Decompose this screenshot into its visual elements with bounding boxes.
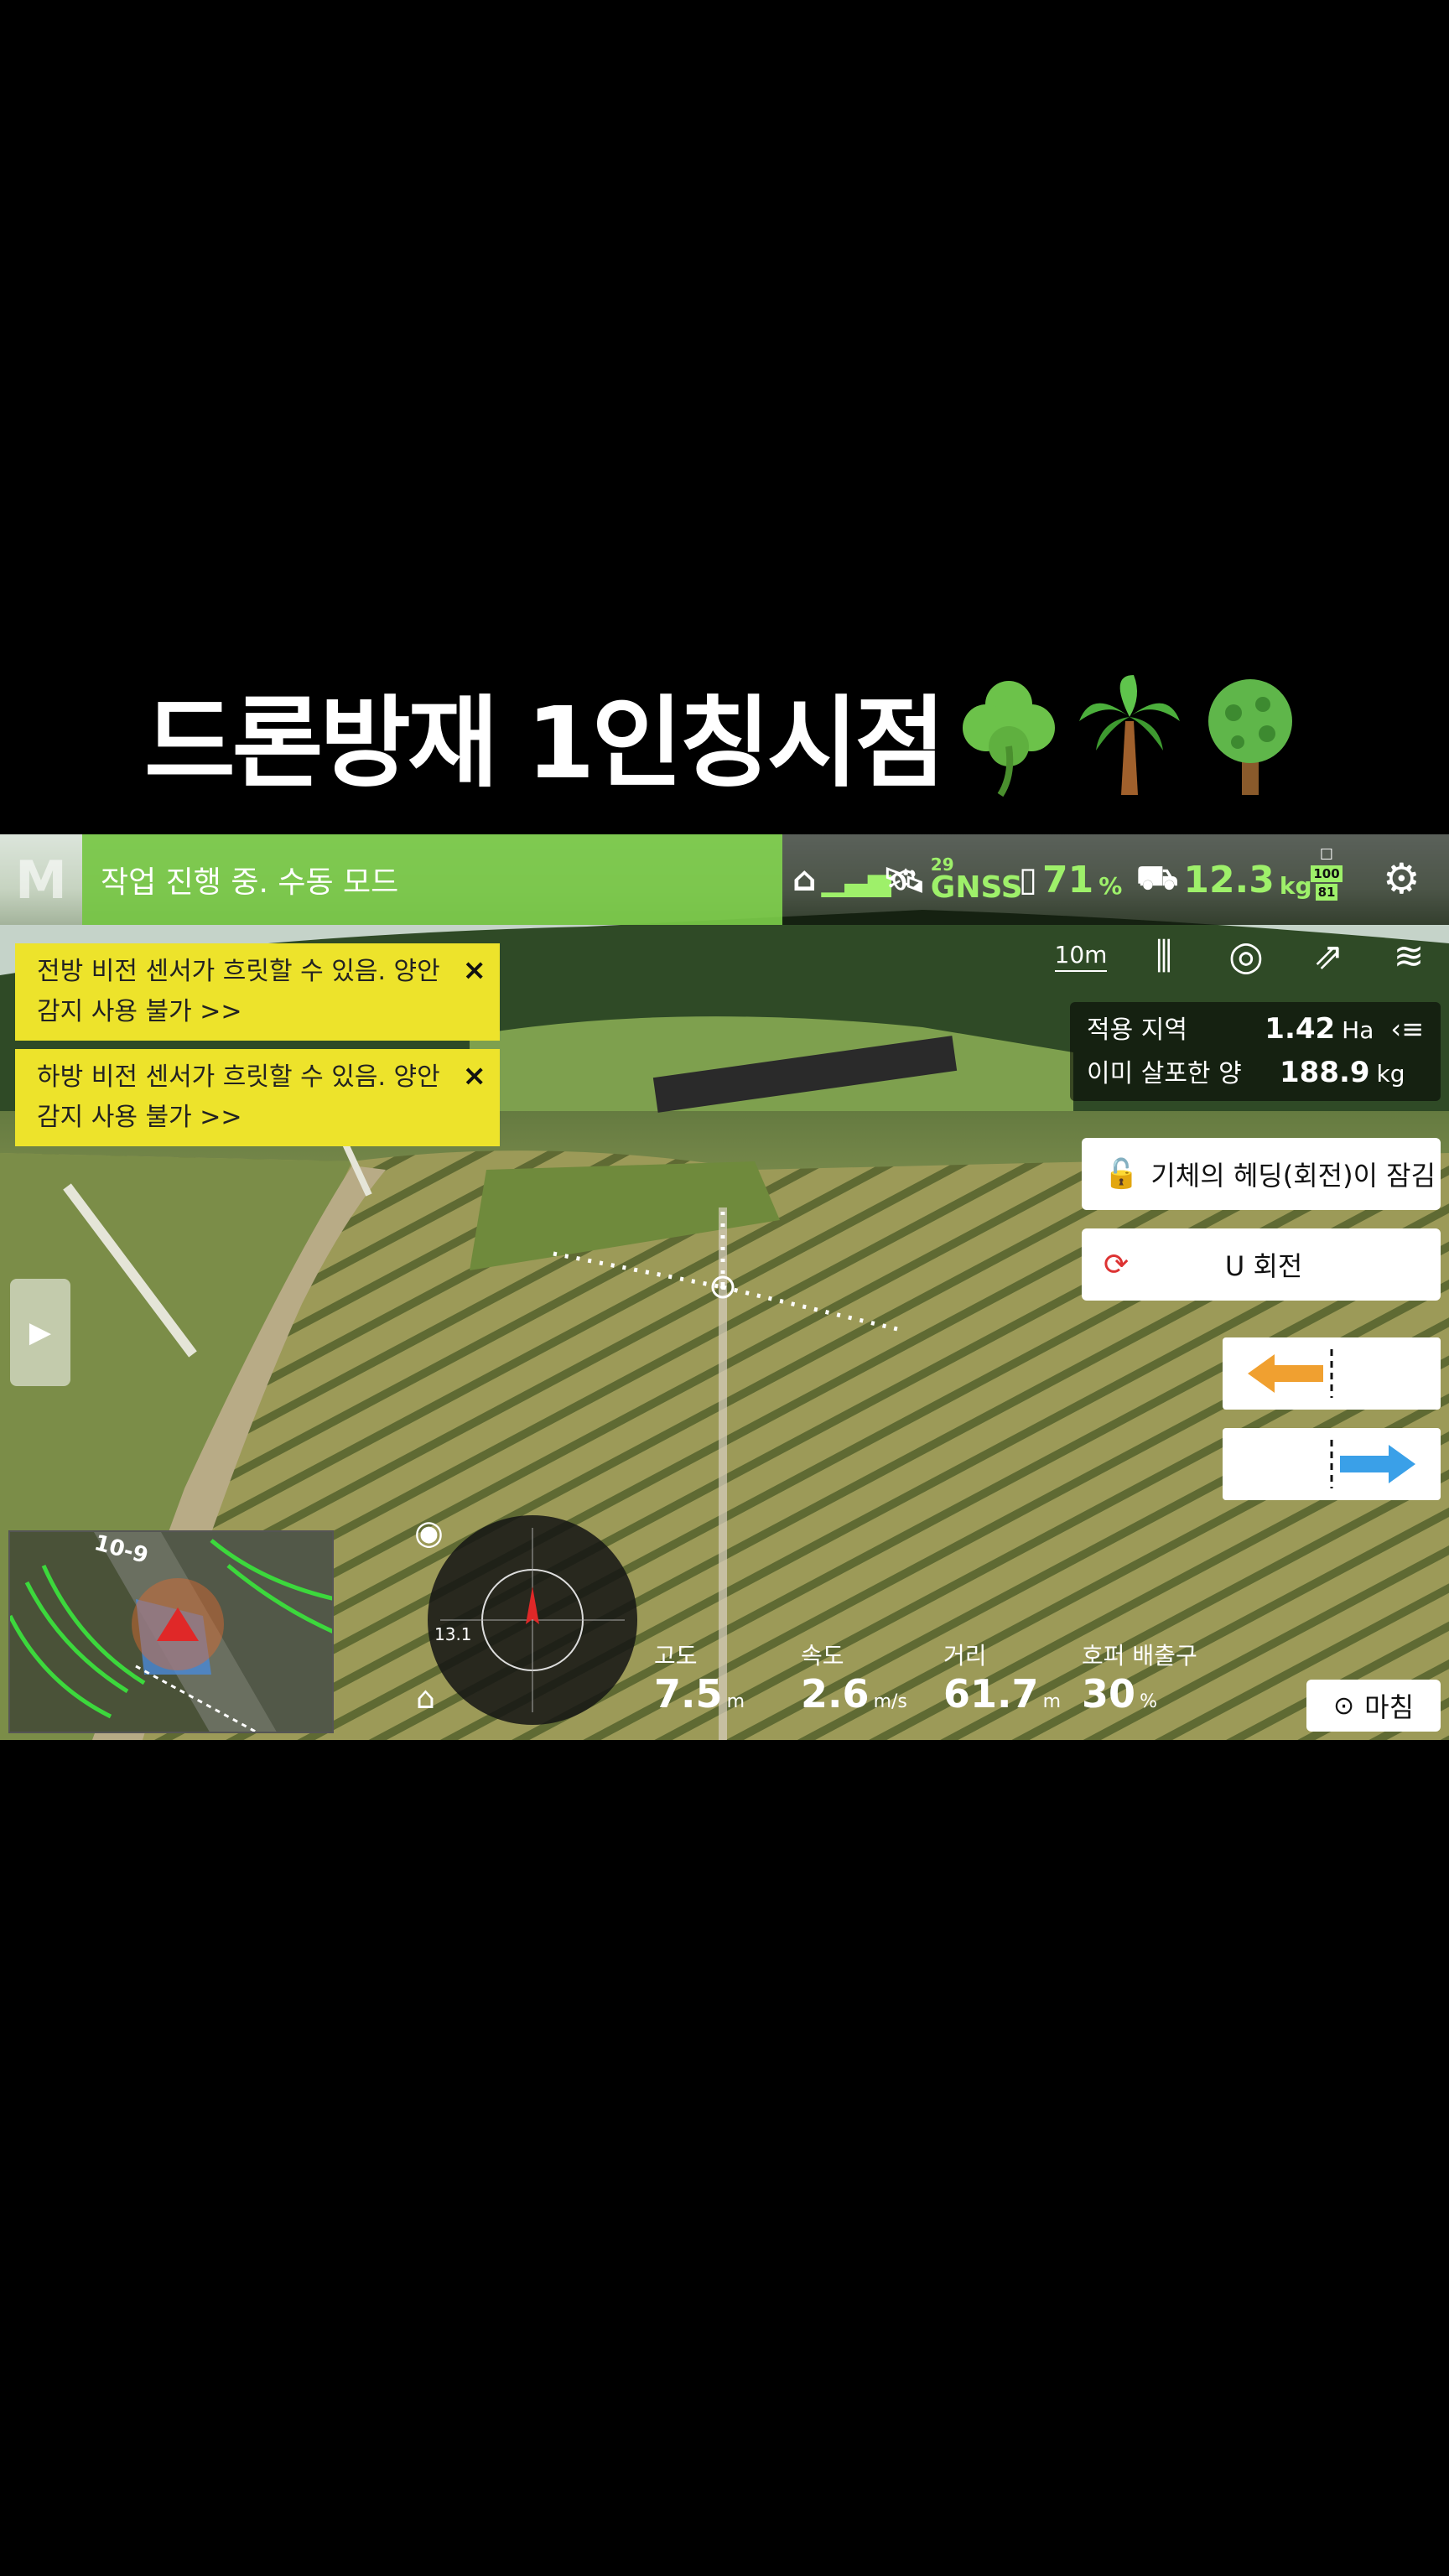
route-icon[interactable]: ⇗ [1303,931,1353,981]
sprayed-label: 이미 살포한 양 [1087,1059,1242,1088]
clover-icon [954,671,1063,797]
gnss-label: GNSS [930,870,1023,905]
telemetry-hopper: 호퍼 배출구 30 % [1082,1638,1197,1730]
speed-unit: m/s [873,1691,907,1712]
hopper-unit: % [1140,1691,1158,1712]
rc-battery-top: 100 [1311,865,1343,882]
scale-label: 10m [1054,941,1108,972]
u-turn-button[interactable]: ⟳ U 회전 [1082,1228,1441,1301]
telemetry-speed: 속도 2.6 m/s [801,1638,907,1730]
area-unit: Ha [1342,1016,1374,1044]
area-row: 적용 지역 1.42 Ha ‹≡ [1087,1009,1424,1052]
altitude-unit: m [726,1691,745,1712]
end-mission-button[interactable]: ⊙ 마침 [1306,1680,1441,1732]
palm-tree-icon [1075,671,1184,797]
area-value: 1.42 [1265,1012,1336,1046]
hopper-label: 호퍼 배출구 [1082,1642,1197,1670]
hopper-value: 30 [1082,1671,1136,1716]
heading-lock-label: 기체의 헤딩(회전)이 잠김 [1150,1160,1436,1192]
battery-status[interactable]: ▯ 71 % [1019,856,1122,903]
rc-signal[interactable]: ⌂ ▁▃▅ [792,856,891,903]
telemetry-status-bar: ⌂ ▁▃▅ 🛰 29 GNSS ▯ 71 % ⛟ 12.3 kg ☐ 100 8… [782,834,1449,925]
rc-signal-icon: ⌂ [792,860,817,899]
altitude-value: 7.5 [654,1671,723,1716]
battery-unit: % [1098,871,1123,900]
expand-panel-button[interactable]: ▶ [10,1279,70,1386]
spray-info-panel: 적용 지역 1.42 Ha ‹≡ 이미 살포한 양 188.9 kg [1070,1002,1441,1101]
collapse-icon[interactable]: ‹≡ [1390,1013,1424,1045]
warning-front-sensor[interactable]: 전방 비전 센서가 흐릿할 수 있음. 양안 감지 사용 불가 >> × [15,943,500,1041]
top-status-bar: M 작업 진행 중. 수동 모드 ⌂ ▁▃▅ 🛰 29 GNSS ▯ 71 % … [0,834,1449,925]
close-icon[interactable]: × [463,1056,487,1096]
tank-icon: ⛟ [1136,858,1179,897]
warning-bottom-sensor[interactable]: 하방 비전 센서가 흐릿할 수 있음. 양안 감지 사용 불가 >> × [15,1049,500,1146]
battery-value: 71 [1042,858,1094,901]
warning-text: 하방 비전 센서가 흐릿할 수 있음. 양안 감지 사용 불가 >> [37,1062,440,1132]
close-icon[interactable]: × [463,950,487,990]
lock-icon: 🔓 [1104,1157,1140,1191]
warning-text: 전방 비전 센서가 흐릿할 수 있음. 양안 감지 사용 불가 >> [37,957,440,1026]
area-label: 적용 지역 [1087,1015,1187,1045]
controller-icon: ☐ [1319,846,1334,864]
distance-label: 거리 [943,1642,987,1670]
payload-value: 12.3 [1183,858,1275,901]
u-turn-icon: ⟳ [1104,1247,1130,1282]
payload-unit: kg [1279,871,1312,900]
speed-label: 속도 [801,1642,844,1670]
shift-right-button[interactable] [1223,1428,1441,1500]
play-icon: ▶ [29,1316,52,1349]
flight-status[interactable]: 작업 진행 중. 수동 모드 [82,834,782,925]
obstacle-icon[interactable]: ⫼ [1139,931,1189,981]
rc-battery-indicator[interactable]: ☐ 100 81 [1309,846,1344,913]
locate-icon[interactable]: ◎ [1221,931,1271,981]
satellite-icon: 🛰 [883,860,926,900]
video-caption: 드론방재 1인칭시점 [0,671,1449,801]
distance-value: 61.7 [943,1671,1039,1716]
map-scale: 10m [1052,931,1110,981]
home-icon[interactable]: ⌂ [416,1681,435,1716]
payload-status[interactable]: ⛟ 12.3 kg [1136,856,1312,903]
flight-view: M 작업 진행 중. 수동 모드 ⌂ ▁▃▅ 🛰 29 GNSS ▯ 71 % … [0,834,1449,1740]
sprayed-unit: kg [1376,1060,1405,1088]
tree-icon [1196,671,1305,797]
distance-unit: m [1042,1691,1062,1712]
heading-lock-button[interactable]: 🔓 기체의 헤딩(회전)이 잠김 [1082,1138,1441,1210]
signal-bars-icon: ▁▃▅ [821,862,891,897]
compass-value: 13.1 [434,1624,472,1644]
caption-text: 드론방재 1인칭시점 [144,684,946,801]
sprayed-value: 188.9 [1280,1056,1370,1089]
telemetry-altitude: 고도 7.5 m [654,1638,745,1730]
u-turn-label: U 회전 [1224,1250,1303,1282]
shift-left-button[interactable] [1223,1337,1441,1410]
telemetry-distance: 거리 61.7 m [943,1638,1061,1730]
settings-icon[interactable]: ⚙ [1383,854,1420,903]
speed-value: 2.6 [801,1671,870,1716]
gnss-status[interactable]: 🛰 29 GNSS [883,856,1023,903]
stop-icon: ⊙ [1332,1690,1355,1721]
layers-icon[interactable]: ≋ [1384,931,1434,981]
compass: 13.1 [428,1515,637,1725]
end-label: 마침 [1364,1691,1415,1723]
app-logo[interactable]: M [0,834,82,925]
mini-map[interactable]: 10-9 [8,1530,334,1733]
rc-battery-bottom: 81 [1315,884,1338,901]
battery-icon: ▯ [1019,860,1038,899]
sprayed-row: 이미 살포한 양 188.9 kg [1087,1052,1424,1096]
altitude-label: 고도 [654,1642,698,1670]
